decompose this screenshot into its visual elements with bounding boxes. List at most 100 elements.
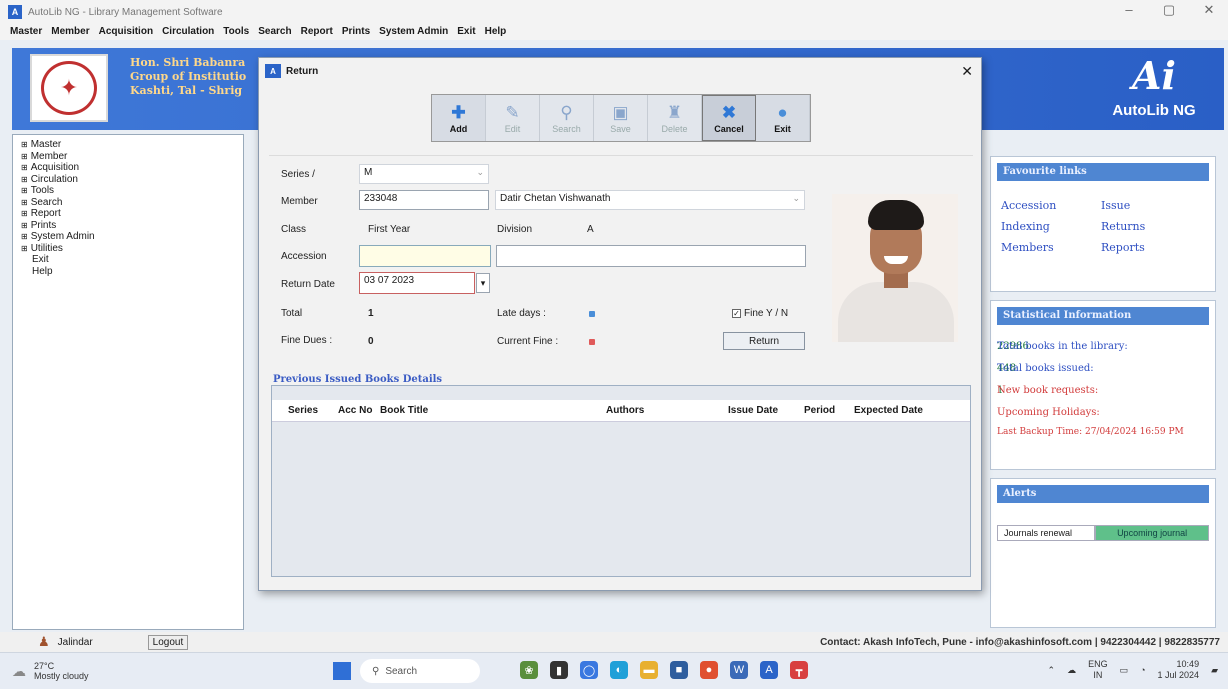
column-header[interactable]: Authors: [606, 405, 644, 416]
current-fine-indicator: [589, 339, 595, 345]
nav-item-report[interactable]: ⊞ Report: [21, 208, 243, 220]
volume-icon[interactable]: ◔: [1140, 665, 1145, 675]
clock[interactable]: 10:49 1 Jul 2024: [1158, 659, 1200, 681]
notification-icon[interactable]: ▰: [1211, 665, 1218, 676]
menu-master[interactable]: Master: [10, 26, 42, 37]
link-indexing[interactable]: Indexing: [1001, 220, 1101, 233]
save-button[interactable]: ▣ Save: [594, 95, 648, 141]
display-icon[interactable]: ▭: [1120, 665, 1129, 676]
menu-help[interactable]: Help: [485, 26, 507, 37]
cancel-button[interactable]: ✖ Cancel: [702, 95, 756, 141]
language-indicator[interactable]: ENG IN: [1088, 659, 1108, 681]
clock-time: 10:49: [1176, 659, 1200, 669]
menu-report[interactable]: Report: [301, 26, 333, 37]
link-issue[interactable]: Issue: [1101, 199, 1201, 212]
store-icon[interactable]: ■: [670, 661, 688, 679]
menu-circulation[interactable]: Circulation: [162, 26, 214, 37]
accession-input[interactable]: [359, 245, 491, 267]
chevron-up-icon[interactable]: ⌃: [1048, 665, 1056, 676]
chrome-icon[interactable]: ●: [700, 661, 718, 679]
nav-item-system-admin[interactable]: ⊞ System Admin: [21, 231, 243, 243]
nav-item-utilities[interactable]: ⊞ Utilities: [21, 243, 243, 255]
return-date-field[interactable]: 03 07 2023: [359, 272, 475, 294]
delete-button[interactable]: ♜ Delete: [648, 95, 702, 141]
menu-tools[interactable]: Tools: [223, 26, 249, 37]
link-accession[interactable]: Accession: [1001, 199, 1101, 212]
column-header[interactable]: Issue Date: [728, 405, 778, 416]
tab-journals-renewal[interactable]: Journals renewal: [997, 525, 1096, 541]
edge-browser-icon[interactable]: ◐: [610, 661, 628, 679]
nav-item-master[interactable]: ⊞ Master: [21, 139, 243, 151]
series-select[interactable]: M ⌄: [359, 164, 489, 184]
expand-icon[interactable]: ⊞: [21, 140, 28, 149]
nav-item-tools[interactable]: ⊞ Tools: [21, 185, 243, 197]
accession-title-field[interactable]: [496, 245, 806, 267]
tab-upcoming-journal[interactable]: Upcoming journal: [1095, 525, 1209, 541]
date-picker-button[interactable]: ▾: [476, 273, 490, 293]
lang-bottom: IN: [1093, 670, 1103, 680]
chat-icon[interactable]: ◯: [580, 661, 598, 679]
nav-item-member[interactable]: ⊞ Member: [21, 151, 243, 163]
minimize-button[interactable]: –: [1120, 2, 1138, 18]
nav-item-search[interactable]: ⊞ Search: [21, 197, 243, 209]
weather-widget[interactable]: 27°C Mostly cloudy: [34, 661, 89, 681]
menu-prints[interactable]: Prints: [342, 26, 370, 37]
link-reports[interactable]: Reports: [1101, 241, 1201, 254]
expand-icon[interactable]: ⊞: [21, 209, 28, 218]
menu-acquisition[interactable]: Acquisition: [99, 26, 153, 37]
search-button[interactable]: ⚲ Search: [540, 95, 594, 141]
column-header[interactable]: Expected Date: [854, 405, 923, 416]
stat-row-holidays: Upcoming Holidays:: [991, 401, 1215, 423]
word-icon[interactable]: W: [730, 661, 748, 679]
weather-icon: ☁: [12, 663, 26, 679]
menu-system-admin[interactable]: System Admin: [379, 26, 448, 37]
file-explorer-icon[interactable]: ▬: [640, 661, 658, 679]
expand-icon[interactable]: ⊞: [21, 244, 28, 253]
add-button[interactable]: ✚ Add: [432, 95, 486, 141]
return-button[interactable]: Return: [723, 332, 805, 350]
logout-button[interactable]: Logout: [147, 634, 189, 650]
checkbox-icon[interactable]: ✓: [732, 309, 741, 318]
expand-icon[interactable]: ⊞: [21, 198, 28, 207]
nav-item-circulation[interactable]: ⊞ Circulation: [21, 174, 243, 186]
network-tool-icon[interactable]: ┳: [790, 661, 808, 679]
close-window-button[interactable]: ✕: [1200, 2, 1218, 18]
taskbar-search[interactable]: ⚲ Search: [360, 659, 480, 683]
menu-member[interactable]: Member: [51, 26, 89, 37]
column-header[interactable]: Period: [804, 405, 835, 416]
dialog-close-button[interactable]: ✕: [961, 63, 973, 80]
widget-icon[interactable]: ❀: [520, 661, 538, 679]
expand-icon[interactable]: ⊞: [21, 152, 28, 161]
maximize-button[interactable]: ▢: [1160, 2, 1178, 18]
link-returns[interactable]: Returns: [1101, 220, 1201, 233]
fine-yn-checkbox[interactable]: ✓ Fine Y / N: [732, 308, 788, 319]
menu-search[interactable]: Search: [258, 26, 291, 37]
autolib-app-icon[interactable]: A: [760, 661, 778, 679]
task-view-icon[interactable]: ▮: [550, 661, 568, 679]
member-name-select[interactable]: Datir Chetan Vishwanath ⌄: [495, 190, 805, 210]
nav-item-exit[interactable]: Exit: [21, 254, 243, 266]
dialog-toolbar: ✚ Add ✎ Edit ⚲ Search ▣ Save ♜ Delete ✖ Cancel…: [431, 94, 811, 142]
nav-item-acquisition[interactable]: ⊞ Acquisition: [21, 162, 243, 174]
late-days-indicator: [589, 311, 595, 317]
start-button[interactable]: [333, 662, 351, 680]
expand-icon[interactable]: ⊞: [21, 163, 28, 172]
exit-button[interactable]: ● Exit: [756, 95, 810, 141]
nav-item-prints[interactable]: ⊞ Prints: [21, 220, 243, 232]
clock-date: 1 Jul 2024: [1157, 670, 1200, 680]
weather-temp: 27°C: [34, 661, 55, 671]
member-photo: [832, 194, 958, 342]
expand-icon[interactable]: ⊞: [21, 175, 28, 184]
expand-icon[interactable]: ⊞: [21, 186, 28, 195]
member-id-field[interactable]: 233048: [359, 190, 489, 210]
expand-icon[interactable]: ⊞: [21, 232, 28, 241]
expand-icon[interactable]: ⊞: [21, 221, 28, 230]
nav-item-help[interactable]: Help: [21, 266, 243, 278]
link-members[interactable]: Members: [1001, 241, 1101, 254]
cloud-sync-icon[interactable]: ☁: [1067, 665, 1076, 676]
menu-exit[interactable]: Exit: [457, 26, 475, 37]
column-header[interactable]: Acc No: [338, 405, 372, 416]
edit-button[interactable]: ✎ Edit: [486, 95, 540, 141]
column-header[interactable]: Book Title: [380, 405, 428, 416]
column-header[interactable]: Series: [288, 405, 318, 416]
